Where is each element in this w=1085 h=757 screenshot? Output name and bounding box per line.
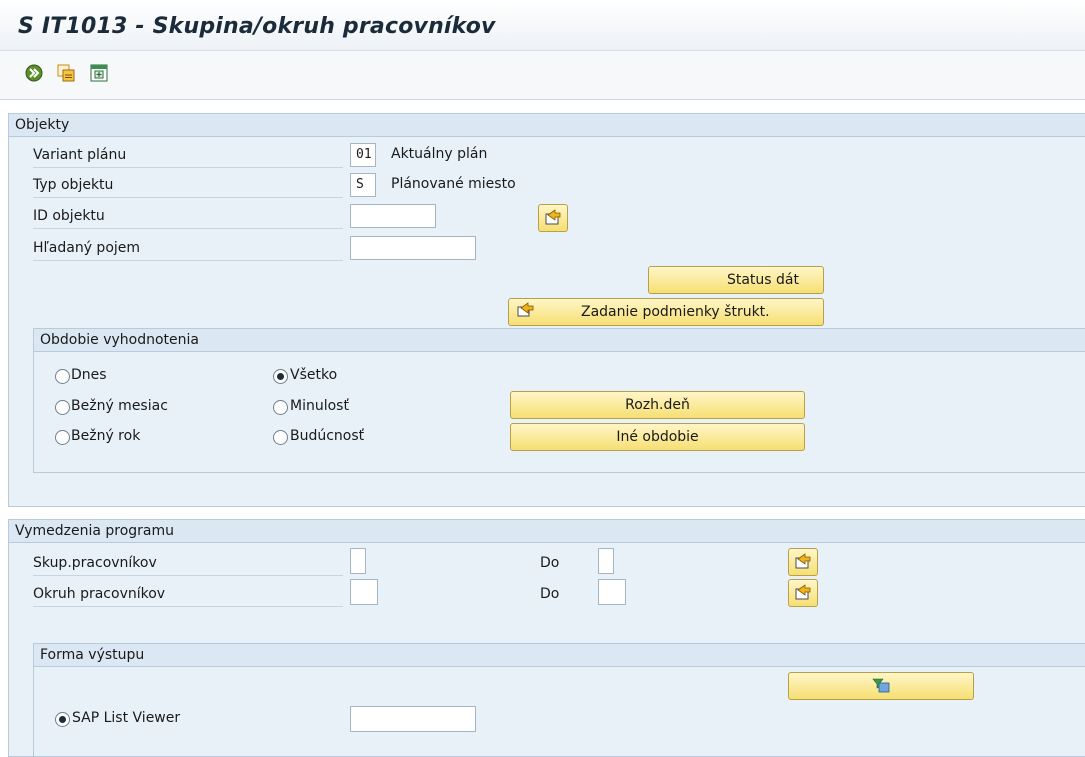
copy-icon[interactable] [56,63,76,83]
struct-condition-label: Zadanie podmienky štrukt. [581,304,770,320]
okruh-to-input[interactable] [598,579,626,605]
vymedzenia-header: Vymedzenia programu [9,520,1085,543]
type-label: Typ objektu [33,173,343,198]
struct-condition-button[interactable]: Zadanie podmienky štrukt. [508,298,824,326]
okruh-label: Okruh pracovníkov [33,582,343,607]
search-label: Hľadaný pojem [33,236,343,261]
skup-to-input[interactable] [598,548,614,574]
status-button-label: Status dát [726,272,799,288]
skup-do-label: Do [540,555,560,571]
variant-icon[interactable] [89,63,109,83]
okruh-from-input[interactable] [350,579,378,605]
objekty-header: Objekty [9,114,1085,137]
skup-label: Skup.pracovníkov [33,551,343,576]
key-date-button[interactable]: Rozh.deň [510,391,805,419]
radio-minulost[interactable] [273,400,288,415]
application-toolbar [0,51,1085,100]
layout-input[interactable] [350,706,476,732]
type-description: Plánované miesto [391,176,516,192]
layout-select-button[interactable] [788,672,974,700]
forma-panel: Forma výstupu [33,643,1085,757]
skup-multiple-selection-button[interactable] [788,548,818,576]
execute-icon[interactable] [24,63,44,83]
radio-bezny-mesiac-label: Bežný mesiac [71,398,168,414]
radio-buducnost[interactable] [273,430,288,445]
id-input[interactable] [350,204,436,228]
other-period-button[interactable]: Iné obdobie [510,423,805,451]
forma-header: Forma výstupu [34,644,1085,667]
search-term-input[interactable] [350,236,476,260]
arrow-select-icon [795,584,811,600]
arrow-select-icon [515,300,537,331]
radio-dnes-label: Dnes [71,367,107,383]
variant-input[interactable]: 01 [350,143,376,167]
arrow-select-icon [795,553,811,569]
radio-vsetko[interactable] [273,369,288,384]
obdobie-header: Obdobie vyhodnotenia [34,329,1085,352]
radio-vsetko-label: Všetko [290,367,338,383]
radio-bezny-rok[interactable] [55,430,70,445]
page-title: S IT1013 - Skupina/okruh pracovníkov [18,14,496,39]
skup-from-input[interactable] [350,548,366,574]
arrow-select-icon [545,209,561,225]
radio-bezny-mesiac[interactable] [55,400,70,415]
okruh-multiple-selection-button[interactable] [788,579,818,607]
radio-sap-list-viewer-label: SAP List Viewer [72,710,181,726]
id-multiple-selection-button[interactable] [538,204,568,232]
radio-minulost-label: Minulosť [290,398,349,414]
filter-layout-icon [872,678,890,693]
id-label: ID objektu [33,204,343,229]
status-button[interactable]: Status dát [648,266,824,294]
variant-description: Aktuálny plán [391,146,488,162]
okruh-do-label: Do [540,586,560,602]
variant-label: Variant plánu [33,143,343,168]
radio-bezny-rok-label: Bežný rok [71,428,141,444]
radio-buducnost-label: Budúcnosť [290,428,365,444]
radio-sap-list-viewer[interactable] [55,712,70,727]
type-input[interactable]: S [350,173,376,197]
radio-dnes[interactable] [55,369,70,384]
